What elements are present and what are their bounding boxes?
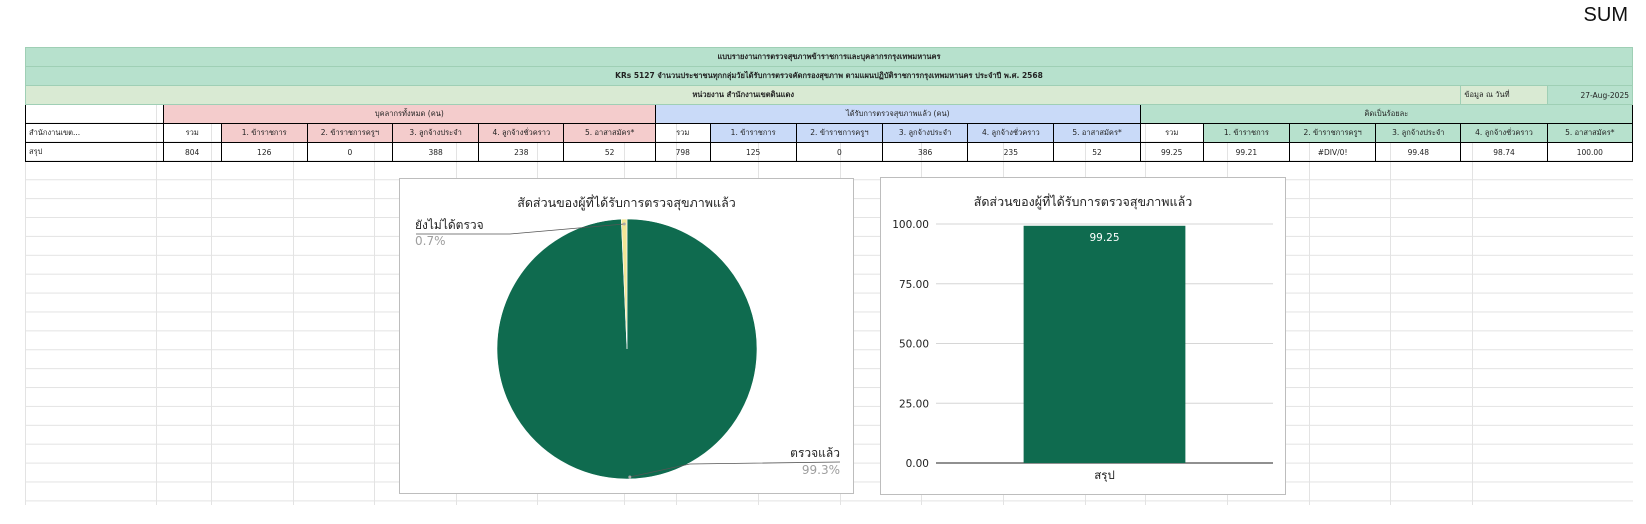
col-header-percent-2[interactable]: 2. ข้าราชการครูฯ: [1288, 123, 1377, 143]
group-checked[interactable]: ได้รับการตรวจสุขภาพแล้ว (คน): [654, 104, 1141, 124]
row-label[interactable]: สรุป: [25, 142, 164, 162]
bar-chart-plot: 0.00 25.00 50.00 75.00 100.00 99.25 สรุป: [892, 219, 1273, 482]
report-subtitle[interactable]: KRs 5127 จำนวนประชาชนทุกกลุ่มวัยได้รับกา…: [25, 66, 1633, 86]
pie-chart[interactable]: สัดส่วนของผู้ที่ได้รับการตรวจสุขภาพแล้ว …: [399, 178, 854, 494]
bar-category-label: สรุป: [1094, 468, 1115, 482]
checked-value-5[interactable]: 52: [1053, 142, 1141, 162]
col-header-checked-1[interactable]: 1. ข้าราชการ: [709, 123, 797, 143]
pie-label-not-checked: ยังไม่ได้ตรวจ: [415, 218, 484, 232]
col-header-personnel-5[interactable]: 5. อาสาสมัคร*: [563, 123, 656, 143]
report-table: แบบรายงานการตรวจสุขภาพข้าราชการและบุคลาก…: [24, 47, 1634, 162]
percent-value-1[interactable]: 99.21: [1202, 142, 1291, 162]
bar-y-tick-label: 25.00: [899, 398, 929, 410]
percent-value-2[interactable]: #DIV/0!: [1288, 142, 1377, 162]
personnel-value-5[interactable]: 52: [563, 142, 656, 162]
col-header-personnel-4[interactable]: 4. ลูกจ้างชั่วคราว: [478, 123, 565, 143]
col-header-personnel-3[interactable]: 3. ลูกจ้างประจำ: [391, 123, 480, 143]
col-header-percent-4[interactable]: 4. ลูกจ้างชั่วคราว: [1460, 123, 1548, 143]
group-percent[interactable]: คิดเป็นร้อยละ: [1139, 104, 1634, 124]
personnel-value-2[interactable]: 0: [306, 142, 394, 162]
bar-y-tick-label: 50.00: [899, 339, 929, 351]
percent-value-4[interactable]: 98.74: [1460, 142, 1548, 162]
personnel-value-0[interactable]: 804: [162, 142, 222, 162]
bar-y-tick-label: 0.00: [906, 458, 929, 470]
col-header-personnel-2[interactable]: 2. ข้าราชการครูฯ: [306, 123, 394, 143]
pie-leader-dot-not-checked: [622, 222, 626, 226]
col-header-percent-3[interactable]: 3. ลูกจ้างประจำ: [1375, 123, 1462, 143]
checked-value-2[interactable]: 0: [795, 142, 884, 162]
checked-value-0[interactable]: 798: [654, 142, 711, 162]
bar-y-tick-label: 75.00: [899, 279, 929, 291]
col-header-checked-4[interactable]: 4. ลูกจ้างชั่วคราว: [967, 123, 1055, 143]
office-header[interactable]: สำนักงานเขต...: [25, 123, 164, 143]
column-header-row: สำนักงานเขต... รวม 1. ข้าราชการ 2. ข้ารา…: [25, 123, 1634, 143]
sum-label: SUM: [1583, 4, 1628, 26]
group-header-row: บุคลากรทั้งหมด (คน) ได้รับการตรวจสุขภาพแ…: [25, 104, 1634, 124]
checked-value-1[interactable]: 125: [709, 142, 797, 162]
report-unit[interactable]: หน่วยงาน สำนักงานเขตดินแดง: [24, 85, 1462, 105]
personnel-value-3[interactable]: 388: [391, 142, 480, 162]
col-header-percent-total[interactable]: รวม: [1139, 123, 1204, 143]
bar-y-tick-label: 100.00: [892, 219, 929, 231]
col-header-percent-1[interactable]: 1. ข้าราชการ: [1202, 123, 1291, 143]
percent-value-3[interactable]: 99.48: [1375, 142, 1462, 162]
pie-leader-dot-checked: [628, 475, 632, 479]
personnel-value-1[interactable]: 126: [220, 142, 308, 162]
col-header-checked-3[interactable]: 3. ลูกจ้างประจำ: [882, 123, 969, 143]
report-title[interactable]: แบบรายงานการตรวจสุขภาพข้าราชการและบุคลาก…: [25, 47, 1633, 67]
group-personnel[interactable]: บุคลากรทั้งหมด (คน): [162, 104, 656, 124]
summary-row: สรุป 804 126 0 388 238 52 798 125 0 386 …: [25, 142, 1634, 162]
report-subtitle-row: KRs 5127 จำนวนประชาชนทุกกลุ่มวัยได้รับกา…: [25, 66, 1633, 86]
pie-percent-not-checked: 0.7%: [415, 234, 446, 248]
date-value[interactable]: 27-Aug-2025: [1546, 85, 1634, 105]
blank-cell[interactable]: [25, 104, 164, 124]
percent-value-0[interactable]: 99.25: [1139, 142, 1204, 162]
percent-value-5[interactable]: 100.00: [1546, 142, 1634, 162]
date-label[interactable]: ข้อมูล ณ วันที่: [1460, 85, 1548, 105]
bar-0[interactable]: [1023, 225, 1186, 463]
col-header-checked-total[interactable]: รวม: [654, 123, 711, 143]
pie-chart-plot: ยังไม่ได้ตรวจ 0.7% ตรวจแล้ว 99.3%: [415, 218, 841, 480]
report-unit-row: หน่วยงาน สำนักงานเขตดินแดง ข้อมูล ณ วันท…: [24, 85, 1634, 105]
col-header-checked-5[interactable]: 5. อาสาสมัคร*: [1053, 123, 1141, 143]
pie-percent-checked: 99.3%: [802, 463, 840, 477]
pie-label-checked: ตรวจแล้ว: [790, 446, 840, 460]
personnel-value-4[interactable]: 238: [478, 142, 565, 162]
col-header-personnel-total[interactable]: รวม: [162, 123, 222, 143]
col-header-checked-2[interactable]: 2. ข้าราชการครูฯ: [795, 123, 884, 143]
bar-chart[interactable]: สัดส่วนของผู้ที่ได้รับการตรวจสุขภาพแล้ว …: [880, 177, 1286, 495]
checked-value-3[interactable]: 386: [882, 142, 969, 162]
bar-data-label: 99.25: [1089, 232, 1119, 244]
col-header-percent-5[interactable]: 5. อาสาสมัคร*: [1546, 123, 1634, 143]
checked-value-4[interactable]: 235: [967, 142, 1055, 162]
report-title-row: แบบรายงานการตรวจสุขภาพข้าราชการและบุคลาก…: [25, 47, 1633, 67]
col-header-personnel-1[interactable]: 1. ข้าราชการ: [220, 123, 308, 143]
